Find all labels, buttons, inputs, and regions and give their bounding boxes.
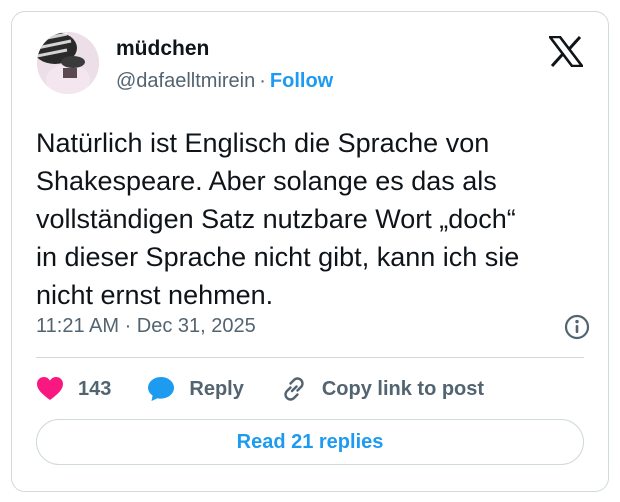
heart-icon [36, 376, 64, 402]
tweet-text-line: vollständigen Satz nutzbare Wort „doch“ [36, 204, 516, 234]
copy-link-button[interactable]: Copy link to post [280, 375, 484, 403]
x-logo-icon[interactable] [548, 35, 584, 68]
info-icon[interactable] [564, 314, 590, 340]
handle-line: @dafaelltmirein · Follow [116, 70, 333, 93]
follow-button[interactable]: Follow [270, 70, 333, 92]
link-icon [280, 375, 308, 403]
action-bar: 143 Reply Copy link to post [36, 372, 520, 406]
tweet-text-line: in dieser Sprache nicht gibt, kann ich s… [36, 242, 520, 272]
display-name[interactable]: müdchen [116, 37, 209, 61]
tweet-text-line: nicht ernst nehmen. [36, 280, 274, 310]
tweet-card: müdchen @dafaelltmirein · Follow Natürlich… [11, 11, 609, 492]
reply-button[interactable]: Reply [147, 376, 244, 402]
likes-count: 143 [78, 377, 112, 400]
reply-label: Reply [189, 377, 244, 400]
divider [36, 357, 584, 358]
timestamp-link[interactable]: 11:21 AM · Dec 31, 2025 [36, 315, 256, 338]
separator-dot: · [259, 70, 266, 92]
tweet-text-line: Shakespeare. Aber solange es das als [36, 166, 497, 196]
user-handle[interactable]: @dafaelltmirein [116, 70, 255, 92]
speech-bubble-icon [147, 376, 175, 402]
avatar-image [37, 32, 99, 94]
tweet-text: Natürlich ist Englisch die Sprache von S… [36, 124, 596, 314]
like-button[interactable]: 143 [36, 376, 111, 402]
copy-link-label: Copy link to post [321, 377, 485, 400]
read-replies-button[interactable]: Read 21 replies [36, 419, 584, 465]
avatar[interactable] [37, 32, 99, 94]
tweet-text-line: Natürlich ist Englisch die Sprache von [36, 128, 490, 158]
